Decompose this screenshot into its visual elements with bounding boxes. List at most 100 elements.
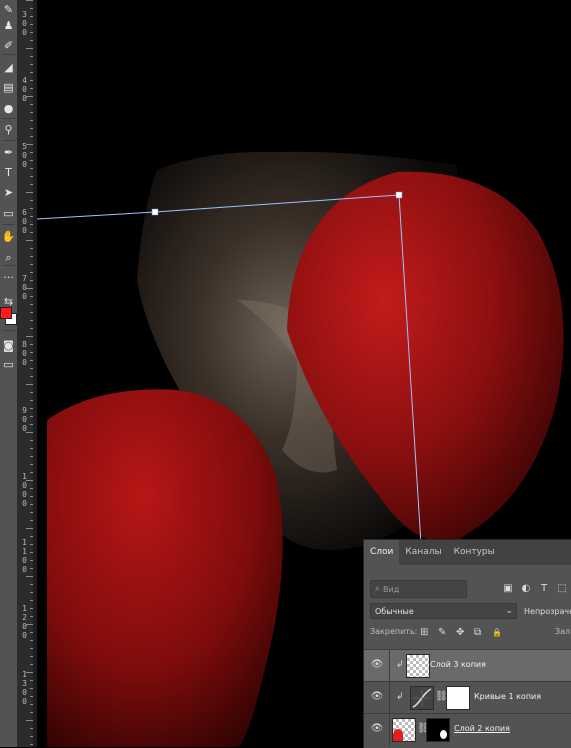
lock-image-icon[interactable]: ✎ bbox=[438, 627, 446, 638]
clipping-mask-icon: ↲ bbox=[396, 660, 404, 670]
ruler-label: 0 bbox=[22, 217, 27, 226]
ruler-tick bbox=[30, 472, 33, 473]
eye-icon[interactable]: 👁 bbox=[370, 691, 384, 703]
ruler-tick bbox=[30, 648, 33, 649]
ruler-tick bbox=[30, 440, 33, 441]
lock-all-icon[interactable]: 🔒 bbox=[492, 628, 502, 637]
ruler-label: 5 bbox=[22, 142, 27, 151]
pen-icon[interactable]: ✒ bbox=[1, 145, 16, 160]
ruler-tick bbox=[30, 536, 33, 537]
ruler-label: 1 bbox=[22, 538, 27, 547]
vertical-ruler: 3004005006007008009001000110012001300 bbox=[17, 0, 34, 747]
ruler-tick bbox=[30, 392, 33, 393]
eye-icon[interactable]: 👁 bbox=[370, 659, 384, 671]
ruler-tick bbox=[30, 200, 33, 201]
ruler-tick bbox=[30, 112, 33, 113]
image-filter-icon[interactable]: ▣ bbox=[502, 582, 514, 594]
ruler-label: 3 bbox=[22, 679, 27, 688]
ruler-label: 0 bbox=[22, 358, 27, 367]
ruler-tick bbox=[30, 560, 33, 561]
brush-icon[interactable]: ✎ bbox=[1, 2, 16, 17]
rectangle-icon[interactable]: ▭ bbox=[1, 206, 16, 221]
ruler-tick bbox=[30, 664, 33, 665]
ruler-tick bbox=[30, 320, 33, 321]
ruler-tick bbox=[30, 64, 33, 65]
ruler-tick bbox=[30, 696, 33, 697]
ruler-tick bbox=[30, 608, 33, 609]
ruler-label: 0 bbox=[22, 226, 27, 235]
lock-row: Закрепить: ⊞ ✎ ✥ ⧉ 🔒 Зал bbox=[370, 627, 571, 641]
ruler-tick bbox=[26, 720, 33, 721]
layer-name[interactable]: Слой 3 копия bbox=[430, 660, 486, 669]
anchor-point bbox=[395, 191, 403, 199]
ruler-tick bbox=[30, 408, 33, 409]
layer-mask-thumbnail[interactable] bbox=[426, 718, 450, 742]
ruler-tick bbox=[30, 152, 33, 153]
ruler-tick bbox=[30, 600, 33, 601]
foreground-color-swatch[interactable] bbox=[0, 307, 12, 319]
ruler-tick bbox=[30, 136, 33, 137]
quick-mask-icon[interactable]: ◙ bbox=[1, 338, 16, 353]
ruler-tick bbox=[30, 656, 33, 657]
ruler-tick bbox=[30, 504, 33, 505]
toolbar-separator bbox=[2, 140, 15, 141]
layer-row[interactable]: 👁 ⛓ Слой 2 копия bbox=[364, 713, 571, 746]
ruler-tick bbox=[30, 184, 33, 185]
balloon-thumbnail-shape bbox=[393, 729, 403, 741]
ruler-tick bbox=[30, 120, 33, 121]
artboard-lock-icon[interactable]: ⧉ bbox=[474, 627, 481, 638]
ruler-tick bbox=[30, 736, 33, 737]
blend-mode-select[interactable]: Обычные ⌄ bbox=[370, 603, 517, 619]
ruler-label: 0 bbox=[22, 94, 27, 103]
layer-name[interactable]: Кривые 1 копия bbox=[474, 692, 541, 701]
dodge-icon[interactable]: ⚲ bbox=[1, 122, 16, 137]
eraser-icon[interactable]: ◢ bbox=[1, 60, 16, 75]
tab-layers[interactable]: Слои bbox=[364, 540, 400, 565]
lock-label: Закрепить: bbox=[370, 627, 418, 636]
ruler-label: 8 bbox=[22, 340, 27, 349]
lock-position-icon[interactable]: ✥ bbox=[456, 627, 464, 638]
ruler-label: 0 bbox=[22, 556, 27, 565]
ruler-tick bbox=[30, 584, 33, 585]
ruler-tick bbox=[30, 328, 33, 329]
more-tools-icon[interactable]: ··· bbox=[1, 270, 16, 285]
ruler-tick bbox=[30, 56, 33, 57]
screen-mode-icon[interactable]: ▭ bbox=[1, 357, 16, 372]
blur-icon[interactable]: ● bbox=[1, 101, 16, 116]
shape-filter-icon[interactable]: ⬚ bbox=[556, 582, 568, 594]
ruler-tick bbox=[30, 248, 33, 249]
anchor-point bbox=[151, 208, 159, 216]
hand-icon[interactable]: ✋ bbox=[1, 229, 16, 244]
gradient-icon[interactable]: ▤ bbox=[1, 80, 16, 95]
ruler-label: 0 bbox=[22, 565, 27, 574]
ruler-tick bbox=[30, 464, 33, 465]
ruler-tick bbox=[30, 208, 33, 209]
ruler-label: 0 bbox=[22, 28, 27, 37]
layer-name[interactable]: Слой 2 копия bbox=[454, 724, 510, 733]
ruler-tick bbox=[30, 616, 33, 617]
ruler-label: 0 bbox=[22, 19, 27, 28]
ruler-label: 0 bbox=[22, 481, 27, 490]
ruler-tick bbox=[30, 456, 33, 457]
ruler-tick bbox=[26, 336, 33, 337]
tab-channels[interactable]: Каналы bbox=[399, 540, 447, 565]
ruler-tick bbox=[30, 704, 33, 705]
type-icon[interactable]: T bbox=[1, 165, 16, 180]
eye-icon[interactable]: 👁 bbox=[370, 723, 384, 735]
adjustment-filter-icon[interactable]: ◐ bbox=[520, 582, 532, 594]
ruler-tick bbox=[30, 592, 33, 593]
tab-paths[interactable]: Контуры bbox=[448, 540, 501, 565]
divider bbox=[389, 682, 390, 714]
path-selection-icon[interactable]: ➤ bbox=[1, 185, 16, 200]
type-filter-icon[interactable]: T bbox=[538, 582, 550, 594]
layer-filter-select[interactable]: ⌕ Вид bbox=[370, 580, 467, 598]
zoom-icon[interactable]: ⌕ bbox=[1, 250, 16, 265]
toolbar-separator bbox=[2, 330, 15, 331]
layer-mask-thumbnail[interactable] bbox=[446, 686, 470, 710]
divider bbox=[389, 650, 390, 682]
clone-stamp-icon[interactable]: ♟ bbox=[1, 18, 16, 33]
history-brush-icon[interactable]: ✐ bbox=[1, 38, 16, 53]
layer-row[interactable]: 👁 ↲ ⛓ Кривые 1 копия bbox=[364, 681, 571, 714]
layer-row[interactable]: 👁 ↲ Слой 3 копия bbox=[364, 649, 571, 682]
lock-transparency-icon[interactable]: ⊞ bbox=[420, 627, 428, 638]
